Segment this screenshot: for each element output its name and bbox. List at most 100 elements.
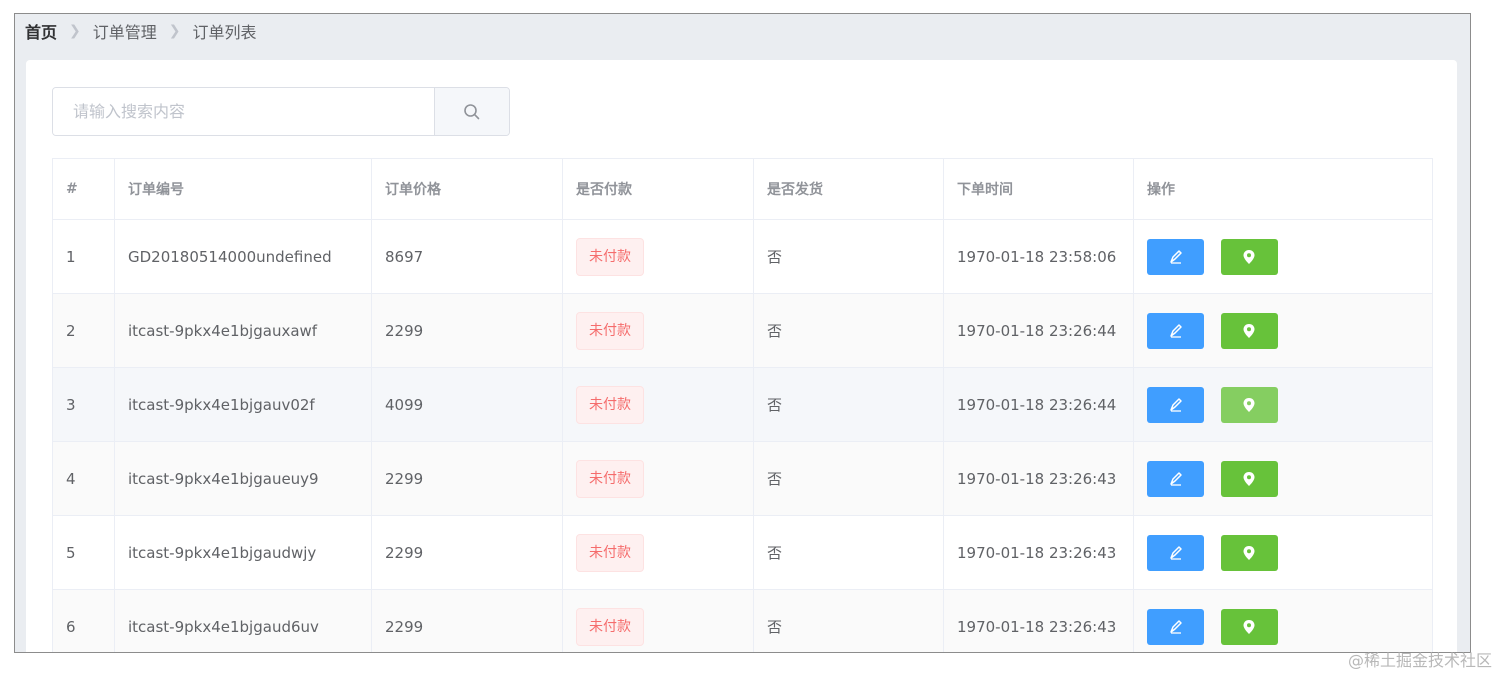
- breadcrumb-order-list: 订单列表: [192, 23, 257, 42]
- cell-time: 1970-01-18 23:26:44: [943, 293, 1134, 368]
- breadcrumb: 首页 ❯ 订单管理 ❯ 订单列表: [25, 20, 257, 42]
- location-button[interactable]: [1220, 238, 1278, 275]
- edit-icon: [1169, 619, 1182, 634]
- cell-index: 4: [52, 441, 115, 516]
- table-row: 2 itcast-9pkx4e1bjgauxawf 2299 未付款 否 197…: [52, 293, 1433, 368]
- location-button[interactable]: [1220, 460, 1278, 497]
- cell-time: 1970-01-18 23:26:43: [943, 441, 1134, 516]
- breadcrumb-home[interactable]: 首页: [25, 19, 57, 43]
- cell-paid: 未付款: [562, 589, 754, 652]
- unpaid-tag: 未付款: [576, 607, 644, 646]
- cell-actions: [1133, 589, 1433, 652]
- header-shipped: 是否发货: [753, 158, 944, 220]
- watermark: @稀土掘金技术社区: [1347, 651, 1492, 670]
- cell-shipped: 否: [753, 441, 944, 516]
- location-button[interactable]: [1220, 312, 1278, 349]
- location-icon: [1243, 619, 1255, 634]
- cell-actions: [1133, 441, 1433, 516]
- cell-order-no: GD20180514000undefined: [114, 219, 372, 294]
- cell-shipped: 否: [753, 293, 944, 368]
- header-paid: 是否付款: [562, 158, 754, 220]
- location-icon: [1243, 397, 1255, 412]
- table-row: 5 itcast-9pkx4e1bjgaudwjy 2299 未付款 否 197…: [52, 515, 1433, 590]
- cell-index: 6: [52, 589, 115, 652]
- cell-order-no: itcast-9pkx4e1bjgaud6uv: [114, 589, 372, 652]
- unpaid-tag: 未付款: [576, 237, 644, 276]
- location-button[interactable]: [1220, 608, 1278, 645]
- cell-shipped: 否: [753, 219, 944, 294]
- cell-paid: 未付款: [562, 441, 754, 516]
- header-order-no: 订单编号: [114, 158, 372, 220]
- cell-paid: 未付款: [562, 515, 754, 590]
- cell-index: 1: [52, 219, 115, 294]
- orders-table: # 订单编号 订单价格 是否付款 是否发货 下单时间 操作 1 GD201805…: [52, 158, 1433, 652]
- cell-shipped: 否: [753, 515, 944, 590]
- cell-shipped: 否: [753, 367, 944, 442]
- cell-order-no: itcast-9pkx4e1bjgauxawf: [114, 293, 372, 368]
- table-row: 1 GD20180514000undefined 8697 未付款 否 1970…: [52, 219, 1433, 294]
- cell-actions: [1133, 293, 1433, 368]
- search-icon: [464, 103, 480, 119]
- header-time: 下单时间: [943, 158, 1134, 220]
- chevron-right-icon: ❯: [69, 23, 81, 39]
- cell-paid: 未付款: [562, 293, 754, 368]
- chevron-right-icon: ❯: [168, 23, 181, 39]
- cell-price: 8697: [371, 219, 563, 294]
- edit-icon: [1169, 545, 1182, 560]
- content-card: # 订单编号 订单价格 是否付款 是否发货 下单时间 操作 1 GD201805…: [26, 60, 1457, 652]
- cell-time: 1970-01-18 23:58:06: [943, 219, 1134, 294]
- edit-button[interactable]: [1147, 534, 1204, 571]
- location-button[interactable]: [1220, 534, 1278, 571]
- unpaid-tag: 未付款: [576, 459, 644, 498]
- edit-button[interactable]: [1147, 312, 1204, 349]
- location-icon: [1243, 249, 1255, 264]
- cell-price: 4099: [371, 367, 563, 442]
- cell-paid: 未付款: [562, 219, 754, 294]
- cell-price: 2299: [371, 589, 563, 652]
- edit-button[interactable]: [1147, 238, 1204, 275]
- location-icon: [1243, 545, 1255, 560]
- cell-index: 5: [52, 515, 115, 590]
- location-icon: [1243, 323, 1255, 338]
- unpaid-tag: 未付款: [576, 533, 644, 572]
- location-button[interactable]: [1220, 386, 1278, 423]
- cell-time: 1970-01-18 23:26:43: [943, 515, 1134, 590]
- edit-button[interactable]: [1147, 460, 1204, 497]
- table-row: 6 itcast-9pkx4e1bjgaud6uv 2299 未付款 否 197…: [52, 589, 1433, 652]
- cell-index: 2: [52, 293, 115, 368]
- table-row: 4 itcast-9pkx4e1bjgaueuy9 2299 未付款 否 197…: [52, 441, 1433, 516]
- search-box: [52, 87, 510, 136]
- location-icon: [1243, 471, 1255, 486]
- search-button[interactable]: [434, 88, 509, 135]
- edit-button[interactable]: [1147, 608, 1204, 645]
- cell-price: 2299: [371, 515, 563, 590]
- cell-order-no: itcast-9pkx4e1bjgaueuy9: [114, 441, 372, 516]
- cell-time: 1970-01-18 23:26:43: [943, 589, 1134, 652]
- unpaid-tag: 未付款: [576, 385, 644, 424]
- cell-actions: [1133, 515, 1433, 590]
- cell-shipped: 否: [753, 589, 944, 652]
- cell-actions: [1133, 219, 1433, 294]
- edit-icon: [1169, 397, 1182, 412]
- table-header-row: # 订单编号 订单价格 是否付款 是否发货 下单时间 操作: [52, 158, 1433, 220]
- breadcrumb-order-management: 订单管理: [92, 23, 157, 42]
- cell-price: 2299: [371, 441, 563, 516]
- header-actions: 操作: [1133, 158, 1433, 220]
- app-frame: 首页 ❯ 订单管理 ❯ 订单列表 请输入搜索内容 # 订单编号 订单价格 是否付…: [14, 13, 1471, 653]
- edit-icon: [1169, 471, 1182, 486]
- search-input[interactable]: [53, 88, 434, 135]
- table-row: 3 itcast-9pkx4e1bjgauv02f 4099 未付款 否 197…: [52, 367, 1433, 442]
- edit-button[interactable]: [1147, 386, 1204, 423]
- unpaid-tag: 未付款: [576, 311, 644, 350]
- header-price: 订单价格: [371, 158, 563, 220]
- cell-actions: [1133, 367, 1433, 442]
- cell-index: 3: [52, 367, 115, 442]
- cell-order-no: itcast-9pkx4e1bjgaudwjy: [114, 515, 372, 590]
- cell-order-no: itcast-9pkx4e1bjgauv02f: [114, 367, 372, 442]
- cell-price: 2299: [371, 293, 563, 368]
- cell-paid: 未付款: [562, 367, 754, 442]
- cell-time: 1970-01-18 23:26:44: [943, 367, 1134, 442]
- edit-icon: [1169, 323, 1182, 338]
- edit-icon: [1169, 249, 1182, 264]
- header-index: #: [52, 158, 115, 220]
